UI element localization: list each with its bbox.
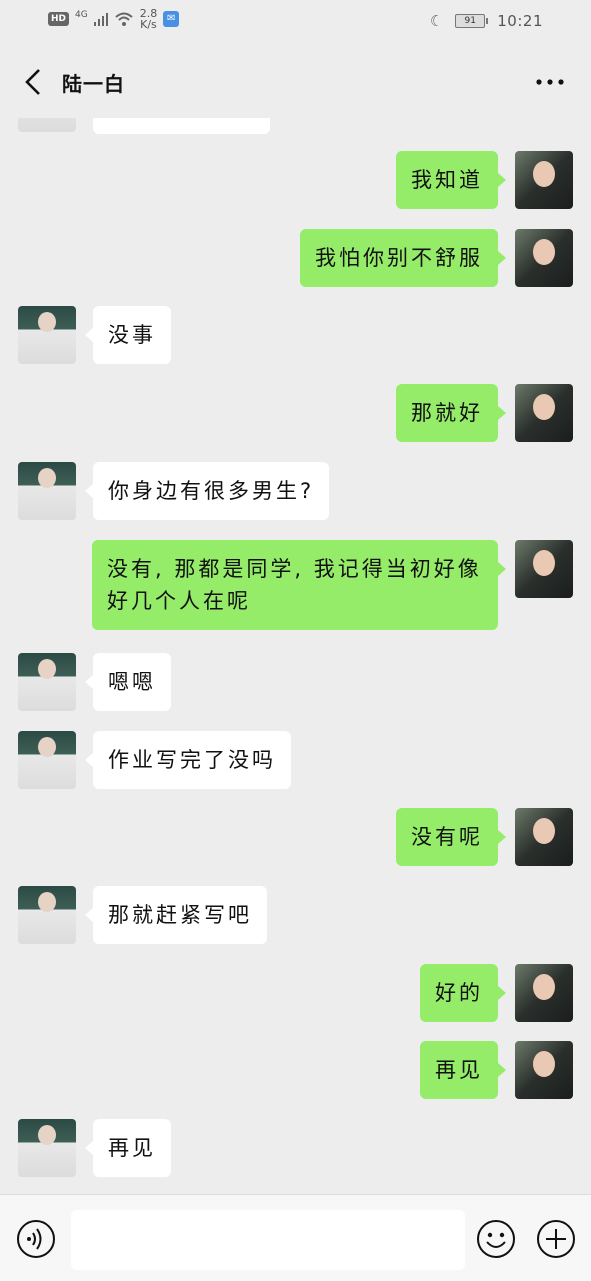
wifi-icon (115, 12, 133, 26)
message-bubble-outgoing[interactable]: 好的 (420, 964, 506, 1022)
voice-input-icon[interactable] (16, 1219, 56, 1259)
message-bubble-incoming[interactable]: 作业写完了没吗 (85, 731, 291, 789)
more-options-icon[interactable] (535, 67, 565, 97)
hd-badge: HD (48, 12, 70, 26)
more-functions-plus-icon[interactable] (536, 1219, 576, 1259)
input-bar (0, 1194, 591, 1281)
status-bar: HD 4G 2.8 K/s ✉ ☾ 91 10:21 (0, 0, 591, 46)
chat-message-list[interactable]: 我知道 我怕你别不舒服 没事 那就好 你身边有很多男生? 没有, 那都是同学, … (0, 118, 591, 1194)
message-bubble-incoming[interactable]: 那就赶紧写吧 (85, 886, 267, 944)
message-bubble-incoming[interactable]: 没事 (85, 306, 171, 364)
message-bubble-outgoing[interactable]: 我怕你别不舒服 (300, 229, 506, 287)
status-left: HD 4G 2.8 K/s ✉ (48, 8, 180, 30)
message-bubble-incoming[interactable]: 嗯嗯 (85, 653, 171, 711)
battery-icon: 91 (455, 14, 489, 28)
my-avatar[interactable] (515, 229, 573, 287)
my-avatar[interactable] (515, 151, 573, 209)
message-input[interactable] (71, 1210, 465, 1270)
moon-icon: ☾ (429, 12, 444, 30)
net-speed: 2.8 K/s (140, 8, 158, 30)
network-type: 4G (75, 10, 88, 20)
notification-app-icon: ✉ (163, 11, 180, 27)
contact-avatar[interactable] (18, 118, 76, 132)
message-bubble-outgoing[interactable]: 没有, 那都是同学, 我记得当初好像好几个人在呢 (92, 540, 506, 630)
message-bubble-outgoing[interactable]: 再见 (420, 1041, 506, 1099)
my-avatar[interactable] (515, 384, 573, 442)
status-right: ☾ 91 10:21 (430, 12, 543, 30)
contact-avatar[interactable] (18, 306, 76, 364)
chat-header: 陆一白 (0, 46, 591, 118)
clock: 10:21 (497, 12, 543, 30)
net-speed-unit: K/s (140, 18, 157, 31)
message-bubble-outgoing[interactable]: 我知道 (396, 151, 506, 209)
my-avatar[interactable] (515, 808, 573, 866)
message-bubble-incoming[interactable]: 再见 (85, 1119, 171, 1177)
contact-avatar[interactable] (18, 886, 76, 944)
my-avatar[interactable] (515, 964, 573, 1022)
contact-avatar[interactable] (18, 1119, 76, 1177)
contact-avatar[interactable] (18, 462, 76, 520)
message-bubble-incoming[interactable]: 你身边有很多男生? (84, 462, 330, 520)
back-icon[interactable] (18, 67, 48, 97)
contact-avatar[interactable] (18, 653, 76, 711)
contact-avatar[interactable] (18, 731, 76, 789)
my-avatar[interactable] (515, 1041, 573, 1099)
message-bubble-outgoing[interactable]: 那就好 (396, 384, 506, 442)
battery-level: 91 (464, 16, 476, 26)
chat-title: 陆一白 (62, 72, 125, 96)
message-bubble-incoming[interactable] (93, 118, 270, 134)
signal-icon (93, 12, 108, 26)
emoji-icon[interactable] (476, 1219, 516, 1259)
message-bubble-outgoing[interactable]: 没有呢 (396, 808, 506, 866)
my-avatar[interactable] (515, 540, 573, 598)
